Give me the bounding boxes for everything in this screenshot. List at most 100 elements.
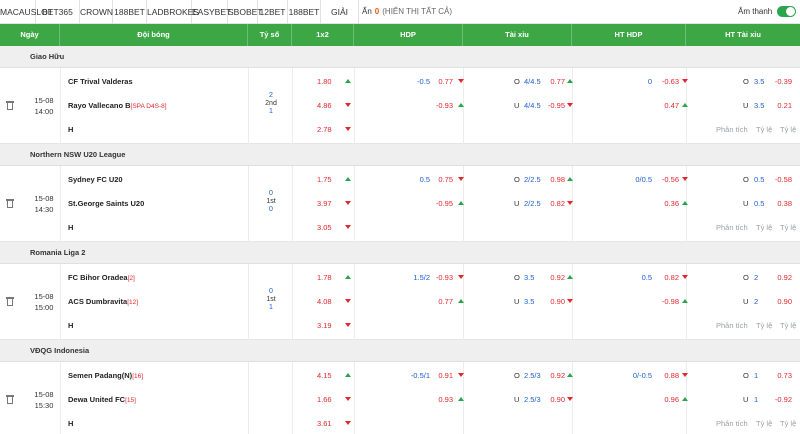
ht-hdp-odd-home[interactable]: 0.88 (664, 371, 679, 380)
ht-ou-odd-over[interactable]: -0.39 (775, 77, 792, 86)
ht-hdp-odd-home[interactable]: -0.56 (662, 175, 679, 184)
hdp-odd-away[interactable]: 0.77 (438, 297, 453, 306)
ou-odd-under[interactable]: 0.90 (550, 297, 565, 306)
ht-ou-odd-under[interactable]: 0.21 (777, 101, 792, 110)
trash-icon[interactable] (6, 395, 14, 404)
tab-crown[interactable]: CROWN (80, 0, 113, 24)
ht-hdp-odd-away[interactable]: 0.47 (664, 101, 679, 110)
hdp-odd-home[interactable]: -0.93 (436, 273, 453, 282)
home-team[interactable]: Semen Padang(N)[16] (68, 371, 143, 380)
ou-odd-over[interactable]: 0.92 (550, 371, 565, 380)
ou-over-label: O (514, 371, 520, 380)
hdp-odd-away[interactable]: 0.93 (438, 395, 453, 404)
tab-188bet[interactable]: 188BET (113, 0, 147, 24)
away-team[interactable]: Rayo Vallecano B[SPA D4S-8] (68, 101, 167, 110)
league-row[interactable]: Giao Hữu (0, 46, 800, 68)
odds-2[interactable]: 4.08 (317, 297, 332, 306)
odds-link[interactable]: Tỷ lệ (756, 419, 772, 428)
sound-toggle[interactable] (777, 6, 796, 17)
ht-ou-odd-under[interactable]: -0.92 (775, 395, 792, 404)
ht-hdp-odd-away[interactable]: 0.96 (664, 395, 679, 404)
ht-ou-odd-under[interactable]: 0.38 (777, 199, 792, 208)
ht-ou-odd-over[interactable]: 0.73 (777, 371, 792, 380)
league-row[interactable]: Northern NSW U20 League (0, 144, 800, 166)
ht-hdp-odd-away[interactable]: 0.36 (664, 199, 679, 208)
league-row[interactable]: Romania Liga 2 (0, 242, 800, 264)
trash-icon[interactable] (6, 199, 14, 208)
analysis-link[interactable]: Phân tích (716, 321, 748, 330)
analysis-link[interactable]: Phân tích (716, 125, 748, 134)
ht-ou-odd-under[interactable]: 0.90 (777, 297, 792, 306)
odds-link-2[interactable]: Tỷ lệ (780, 125, 796, 134)
tab-12bet[interactable]: 12BET (258, 0, 288, 24)
odds-1[interactable]: 1.75 (317, 175, 332, 184)
away-team[interactable]: ACS Dumbravita[12] (68, 297, 138, 306)
odds-down-icon (458, 275, 464, 279)
odds-x[interactable]: 3.05 (317, 223, 332, 232)
odds-2[interactable]: 1.66 (317, 395, 332, 404)
odds-down-icon (345, 103, 351, 107)
odds-1[interactable]: 1.78 (317, 273, 332, 282)
odds-x[interactable]: 2.78 (317, 125, 332, 134)
odds-link-2[interactable]: Tỷ lệ (780, 321, 796, 330)
home-team[interactable]: FC Bihor Oradea[2] (68, 273, 135, 282)
odds-up-icon (567, 177, 573, 181)
odds-link[interactable]: Tỷ lệ (756, 321, 772, 330)
ht-ou-odd-over[interactable]: -0.58 (775, 175, 792, 184)
match-datetime: 15-08 15:00 (33, 291, 55, 313)
away-team[interactable]: St.George Saints U20 (68, 199, 144, 208)
away-team-name: Rayo Vallecano B (68, 101, 131, 110)
odds-down-icon (345, 323, 351, 327)
hdp-odd-away[interactable]: -0.93 (436, 101, 453, 110)
ou-odd-under[interactable]: 0.90 (550, 395, 565, 404)
ou-odd-under[interactable]: -0.95 (548, 101, 565, 110)
league-row[interactable]: VĐQG Indonesia (0, 340, 800, 362)
show-all-link[interactable]: (HIỂN THỊ TẤT CẢ) (382, 7, 452, 16)
analysis-link[interactable]: Phân tích (716, 223, 748, 232)
odds-link-2[interactable]: Tỷ lệ (780, 419, 796, 428)
odds-link[interactable]: Tỷ lệ (756, 223, 772, 232)
odds-link-2[interactable]: Tỷ lệ (780, 223, 796, 232)
ht-hdp-odd-away[interactable]: -0.98 (662, 297, 679, 306)
hidden-matches-filter[interactable]: Ẩn 0 (HIỂN THỊ TẤT CẢ) (362, 0, 452, 24)
tab-leagues[interactable]: GIẢI ĐẤU (321, 0, 359, 41)
odds-1[interactable]: 1.80 (317, 77, 332, 86)
odds-2[interactable]: 4.86 (317, 101, 332, 110)
ou-odd-under[interactable]: 0.82 (550, 199, 565, 208)
ou-line-under: 2.5/3 (524, 395, 541, 404)
odds-up-icon (682, 299, 688, 303)
odds-1[interactable]: 4.15 (317, 371, 332, 380)
ht-hdp-odd-home[interactable]: -0.63 (662, 77, 679, 86)
odds-2[interactable]: 3.97 (317, 199, 332, 208)
tab-sbobet[interactable]: SBOBET (228, 0, 262, 24)
away-team-name: ACS Dumbravita (68, 297, 128, 306)
draw-label: H (68, 419, 74, 428)
hdp-odd-away[interactable]: -0.95 (436, 199, 453, 208)
ou-odd-over[interactable]: 0.77 (550, 77, 565, 86)
tab-ladbrokes[interactable]: LADBROKES (147, 0, 199, 24)
ht-ou-odd-over[interactable]: 0.92 (777, 273, 792, 282)
trash-icon[interactable] (6, 297, 14, 306)
col-divider (354, 362, 355, 434)
ou-odd-over[interactable]: 0.92 (550, 273, 565, 282)
col-divider (248, 362, 249, 434)
away-team[interactable]: Dewa United FC[15] (68, 395, 136, 404)
analysis-link[interactable]: Phân tích (716, 419, 748, 428)
ht-ou-line-under: 3.5 (754, 101, 765, 110)
odds-x[interactable]: 3.19 (317, 321, 332, 330)
odds-x[interactable]: 3.61 (317, 419, 332, 428)
hdp-odd-home[interactable]: 0.77 (438, 77, 453, 86)
trash-icon[interactable] (6, 101, 14, 110)
tab-easybet[interactable]: EASYBET (192, 0, 231, 24)
odds-link[interactable]: Tỷ lệ (756, 125, 772, 134)
tab-macauslot[interactable]: MACAUSLOT (0, 0, 53, 24)
home-team[interactable]: Sydney FC U20 (68, 175, 123, 184)
ht-hdp-odd-home[interactable]: 0.82 (664, 273, 679, 282)
tab-188bet-2[interactable]: 188BET (288, 0, 321, 24)
ht-ou-under-label: U (743, 101, 749, 110)
hdp-odd-home[interactable]: 0.91 (438, 371, 453, 380)
hdp-odd-home[interactable]: 0.75 (438, 175, 453, 184)
tab-bet365[interactable]: BET365 (36, 0, 80, 24)
home-team[interactable]: CF Trival Valderas (68, 77, 133, 86)
ou-odd-over[interactable]: 0.98 (550, 175, 565, 184)
